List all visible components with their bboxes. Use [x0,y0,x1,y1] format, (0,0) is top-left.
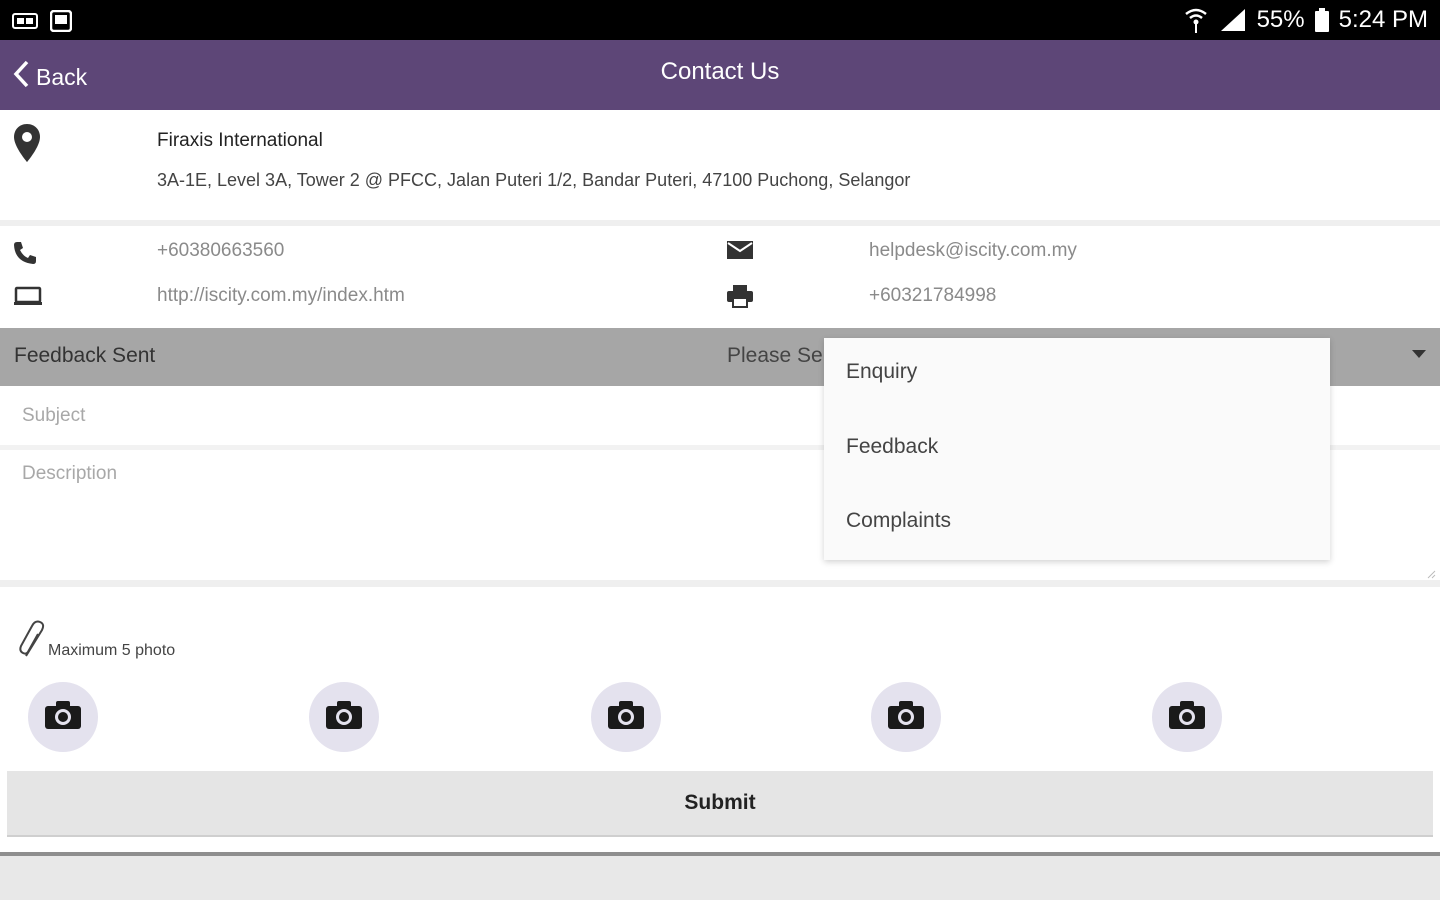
status-right: 55% 5:24 PM [1183,6,1428,34]
camera-button-4[interactable] [871,682,941,752]
bottom-area [0,856,1440,900]
phone-number[interactable]: +60380663560 [157,240,284,262]
company-name: Firaxis International [157,130,323,151]
camera-button-3[interactable] [591,682,661,752]
submit-button[interactable]: Submit [7,771,1433,837]
address-section: Firaxis International 3A-1E, Level 3A, T… [0,110,1440,220]
status-left-icons [12,9,73,37]
camera-icon [1168,700,1206,735]
camera-button-1[interactable] [28,682,98,752]
feedback-title: Feedback Sent [14,344,156,367]
camera-icon [325,700,363,735]
wifi-icon [1183,6,1209,34]
phone-icon [12,240,38,271]
signal-icon [1219,8,1247,32]
dropdown-option-feedback[interactable]: Feedback [846,435,938,459]
camera-icon [887,700,925,735]
street-address: 3A-1E, Level 3A, Tower 2 @ PFCC, Jalan P… [157,170,911,190]
attachment-limit-label: Maximum 5 photo [48,642,176,659]
location-pin-icon [12,122,42,171]
notification-icon [12,12,38,35]
divider [0,580,1440,587]
battery-icon [1314,8,1329,32]
camera-icon [44,700,82,735]
resize-grip-icon[interactable] [1426,566,1436,579]
email-icon [726,240,754,265]
dropdown-arrow-icon[interactable] [1412,350,1426,358]
dropdown-option-enquiry[interactable]: Enquiry [846,360,917,384]
camera-button-5[interactable] [1152,682,1222,752]
feedback-type-select[interactable]: Please Select [727,344,825,368]
clock: 5:24 PM [1338,6,1428,33]
app-bar: Back Contact Us [0,40,1440,110]
monitor-icon [14,286,42,311]
gallery-icon [49,9,73,37]
printer-icon [726,284,754,313]
feedback-type-dropdown: Enquiry Feedback Complaints [824,338,1330,560]
paperclip-icon [18,620,50,665]
contact-section: +60380663560 helpdesk@iscity.com.my http… [0,226,1440,328]
website-link[interactable]: http://iscity.com.my/index.htm [157,285,405,307]
email-address[interactable]: helpdesk@iscity.com.my [869,240,1077,262]
page-title: Contact Us [660,58,780,85]
dropdown-option-complaints[interactable]: Complaints [846,509,951,533]
camera-icon [607,700,645,735]
camera-button-2[interactable] [309,682,379,752]
status-bar: 55% 5:24 PM [0,0,1440,40]
battery-percent: 55% [1256,6,1305,33]
fax-number[interactable]: +60321784998 [869,285,996,307]
